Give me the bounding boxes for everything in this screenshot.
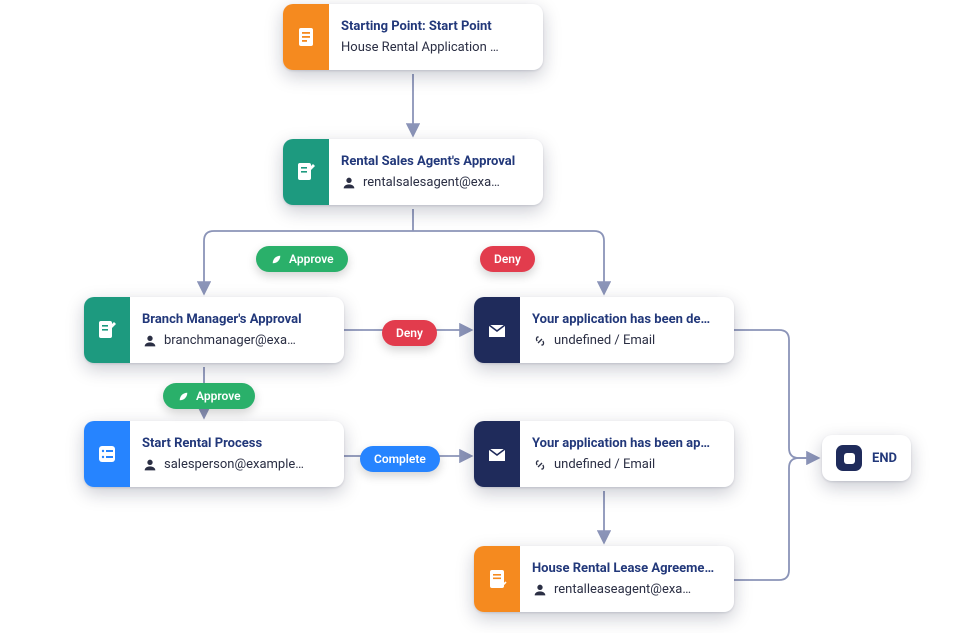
node-start-rental-process[interactable]: Start Rental Process salesperson@example… (84, 421, 344, 487)
workflow-canvas: Starting Point: Start Point House Rental… (0, 0, 968, 633)
list-icon (84, 421, 130, 487)
node-subtitle: House Rental Application … (341, 40, 529, 55)
user-icon (142, 457, 158, 473)
node-title: Your application has been ap… (532, 436, 720, 451)
mail-icon (474, 297, 520, 363)
node-subtitle: salesperson@example… (142, 457, 330, 473)
user-icon (532, 582, 548, 598)
user-icon (341, 175, 357, 191)
edge-label-deny: Deny (382, 320, 437, 346)
node-end[interactable]: END (822, 435, 911, 481)
node-title: Your application has been de… (532, 312, 720, 327)
end-label: END (872, 451, 897, 466)
node-lease-agreement[interactable]: House Rental Lease Agreeme… rentalleasea… (474, 546, 734, 612)
node-subtitle: undefined / Email (532, 333, 720, 349)
node-title: Branch Manager's Approval (142, 312, 330, 327)
edit-icon (84, 297, 130, 363)
doc-icon (283, 4, 329, 70)
edge-label-approve: Approve (163, 383, 255, 409)
node-title: House Rental Lease Agreeme… (532, 561, 720, 576)
node-sales-agent-approval[interactable]: Rental Sales Agent's Approval rentalsale… (283, 139, 543, 205)
leaf-icon (177, 390, 190, 403)
node-title: Starting Point: Start Point (341, 19, 529, 34)
node-start-point[interactable]: Starting Point: Start Point House Rental… (283, 4, 543, 70)
node-title: Rental Sales Agent's Approval (341, 154, 529, 169)
stop-icon (836, 445, 862, 471)
node-application-denied[interactable]: Your application has been de… undefined … (474, 297, 734, 363)
edge-label-deny: Deny (480, 246, 535, 272)
leaf-icon (270, 253, 283, 266)
edge-label-complete: Complete (360, 446, 440, 472)
user-icon (142, 333, 158, 349)
node-subtitle: undefined / Email (532, 457, 720, 473)
node-subtitle: rentalsalesagent@exa… (341, 175, 529, 191)
link-icon (532, 457, 548, 473)
node-subtitle: branchmanager@exa… (142, 333, 330, 349)
edit-icon (283, 139, 329, 205)
node-branch-manager-approval[interactable]: Branch Manager's Approval branchmanager@… (84, 297, 344, 363)
doc-download-icon (474, 546, 520, 612)
link-icon (532, 333, 548, 349)
mail-icon (474, 421, 520, 487)
node-application-approved[interactable]: Your application has been ap… undefined … (474, 421, 734, 487)
edge-label-approve: Approve (256, 246, 348, 272)
node-title: Start Rental Process (142, 436, 330, 451)
node-subtitle: rentalleaseagent@exa… (532, 582, 720, 598)
